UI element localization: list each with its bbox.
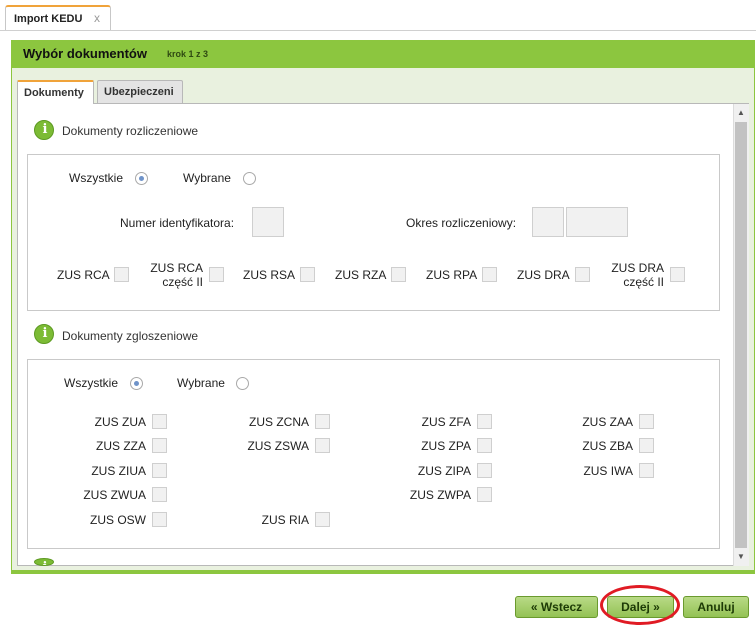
doc-checkbox-rpa[interactable] [482,267,497,282]
doc-checkbox-rza[interactable] [391,267,406,282]
doc-label: ZUS ZUA [94,415,146,429]
tab-ubezpieczeni[interactable]: Ubezpieczeni [97,80,183,103]
tab-dokumenty-label: Dokumenty [24,87,84,99]
tab-dokumenty[interactable]: Dokumenty [17,80,94,104]
radio-all-label: Wszystkie [64,376,118,390]
period-month-field[interactable] [532,207,564,237]
doc-label: ZUS DRA [517,268,570,282]
info-icon: i [34,120,54,140]
info-icon: i [34,558,54,566]
scroll-down-icon[interactable]: ▼ [735,551,747,563]
doc-label: ZUS ZWPA [409,488,471,502]
radio-all-label: Wszystkie [69,171,123,185]
doc-label: ZUS ZIUA [91,464,146,478]
tab-ubezpieczeni-label: Ubezpieczeni [104,86,174,98]
cancel-button[interactable]: Anuluj [683,596,749,618]
highlight-circle [600,585,680,625]
tab-strip-divider [0,30,756,31]
doc-checkbox-zpa[interactable] [477,438,492,453]
doc-checkbox-rsa[interactable] [300,267,315,282]
doc-checkbox-zcna[interactable] [315,414,330,429]
back-button[interactable]: « Wstecz [515,596,598,618]
doc-checkbox-rca[interactable] [114,267,129,282]
radio-selected-label: Wybrane [183,171,231,185]
doc-checkbox-ria[interactable] [315,512,330,527]
doc-checkbox-zaa[interactable] [639,414,654,429]
wizard-title: Wybór dokumentów [23,46,147,61]
doc-label: ZUS ZAA [582,415,633,429]
doc-checkbox-zswa[interactable] [315,438,330,453]
doc-label: ZUS RSA [243,268,296,282]
doc-checkbox-zfa[interactable] [477,414,492,429]
doc-checkbox-zwpa[interactable] [477,487,492,502]
section-title-settlement: Dokumenty rozliczeniowe [62,124,199,138]
tab-import-kedu[interactable]: Import KEDU x [5,5,111,31]
doc-label: ZUS ZCNA [249,415,309,429]
doc-checkbox-zipa[interactable] [477,463,492,478]
doc-label: ZUS ZPA [421,439,471,453]
wizard-step: krok 1 z 3 [167,49,209,59]
doc-checkbox-dra[interactable] [575,267,590,282]
tab-title: Import KEDU [14,13,83,25]
wizard-header: Wybór dokumentów krok 1 z 3 [11,40,755,68]
doc-checkbox-zza[interactable] [152,438,167,453]
doc-label: ZUS RPA [426,268,478,282]
doc-checkbox-zba[interactable] [639,438,654,453]
doc-label: ZUS RCA [57,268,110,282]
doc-checkbox-zua[interactable] [152,414,167,429]
doc-label: ZUS ZZA [96,439,146,453]
radio-selected-settlement[interactable] [243,172,256,185]
doc-label: ZUS ZFA [421,415,471,429]
doc-checkbox-ziua[interactable] [152,463,167,478]
radio-selected-label: Wybrane [177,376,225,390]
wizard-footer-line [11,570,755,574]
scroll-up-icon[interactable]: ▲ [735,107,747,119]
doc-label: ZUS RZA [335,268,387,282]
period-year-field[interactable] [566,207,628,237]
doc-label: ZUS RIA [261,513,309,527]
info-icon: i [34,324,54,344]
period-label: Okres rozliczeniowy: [406,216,517,230]
doc-checkbox-dra-2[interactable] [670,267,685,282]
doc-label: ZUS DRA część II [611,261,664,289]
doc-checkbox-rca-2[interactable] [209,267,224,282]
doc-label: ZUS ZBA [582,439,633,453]
radio-selected-registration[interactable] [236,377,249,390]
close-icon[interactable]: x [94,11,100,25]
id-label: Numer identyfikatora: [120,216,235,230]
document-tab-strip [0,0,756,30]
doc-label: ZUS ZWUA [83,488,146,502]
id-number-field[interactable] [252,207,284,237]
radio-all-registration[interactable] [130,377,143,390]
doc-checkbox-zwua[interactable] [152,487,167,502]
section-title-registration: Dokumenty zgloszeniowe [62,329,199,343]
scrollbar-thumb[interactable] [735,122,747,548]
doc-label: ZUS OSW [90,513,146,527]
doc-label: ZUS ZSWA [247,439,309,453]
doc-checkbox-osw[interactable] [152,512,167,527]
doc-label: ZUS ZIPA [417,464,471,478]
doc-checkbox-iwa[interactable] [639,463,654,478]
radio-all-settlement[interactable] [135,172,148,185]
doc-label: ZUS IWA [583,464,633,478]
doc-label: ZUS RCA część II [150,261,203,289]
